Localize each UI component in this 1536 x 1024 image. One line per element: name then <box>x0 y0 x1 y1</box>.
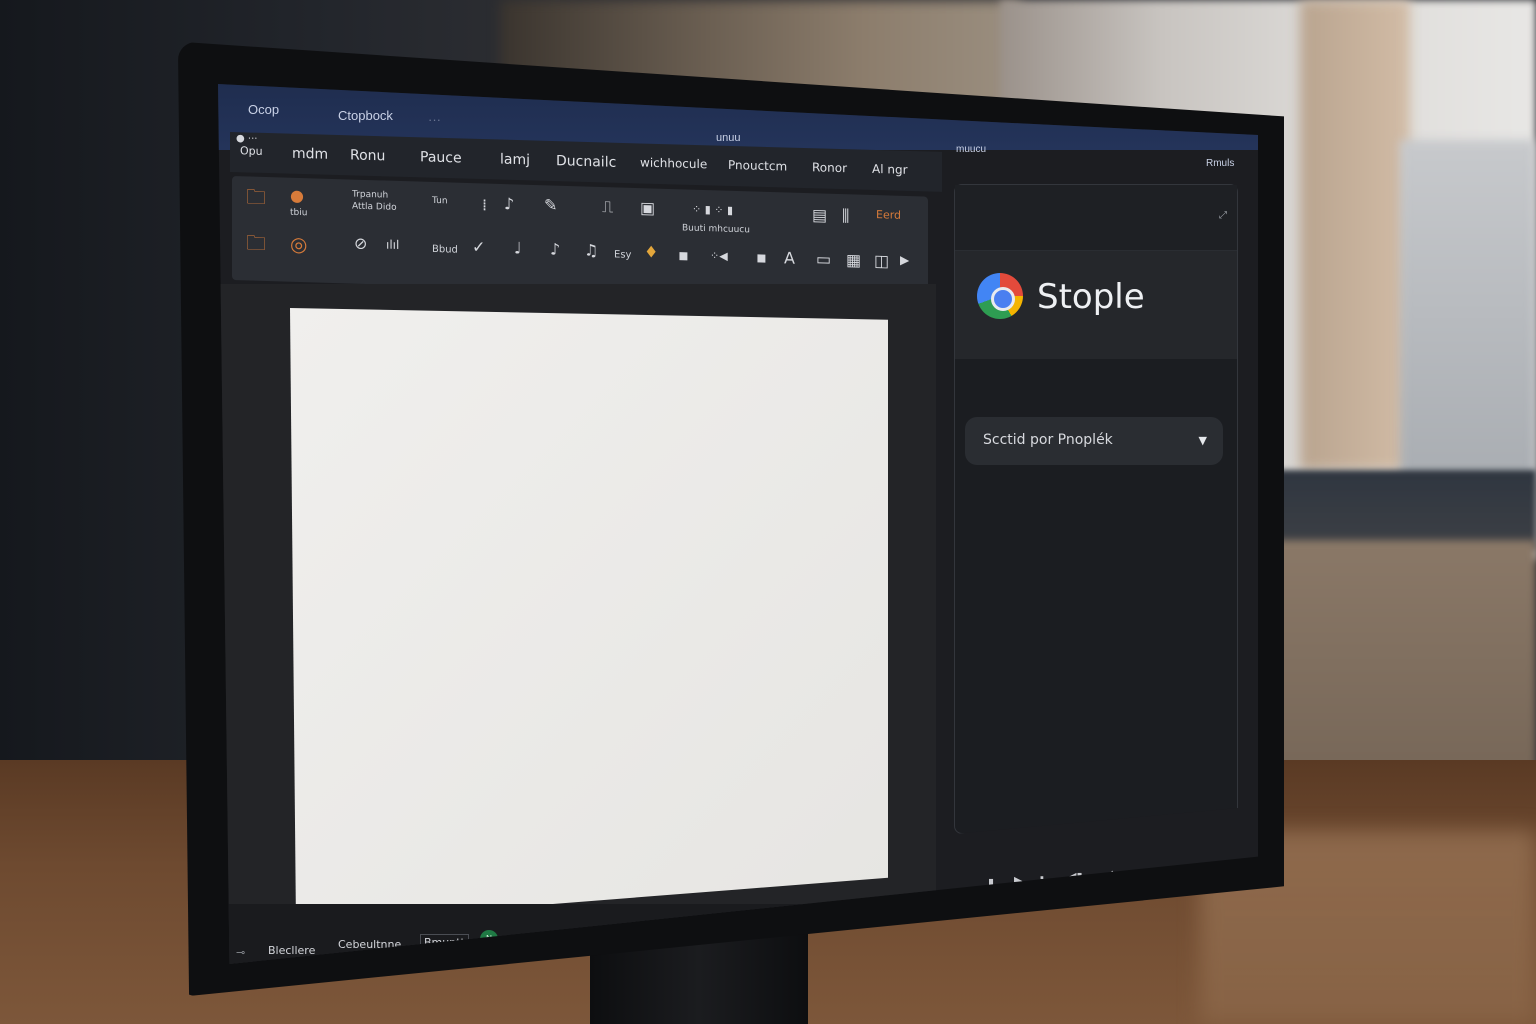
outside-building <box>1400 140 1536 480</box>
quick-access-icon[interactable]: ● ··· <box>236 133 257 145</box>
pin-icon[interactable]: ♦ <box>644 242 658 261</box>
rewind-icon[interactable]: ⁘◀ <box>710 249 728 263</box>
account-label[interactable]: Rmuls <box>1206 158 1234 169</box>
ribbon-label-6: Bbud <box>432 243 458 256</box>
frame-icon[interactable]: ▣ <box>640 198 655 217</box>
window-pillar <box>1300 0 1410 470</box>
columns-icon[interactable]: ⫼ <box>842 206 849 225</box>
panel-header: ⤢ <box>955 185 1237 251</box>
pen-icon[interactable]: ✎ <box>544 195 557 214</box>
brand-name: Stople <box>1037 277 1145 317</box>
menu-item-3[interactable]: Ronu <box>350 147 385 164</box>
panel-brand: Stople <box>955 251 1237 359</box>
dots-icon[interactable]: ⁘ ▮ ⁘ ▮ <box>692 203 733 217</box>
split-icon[interactable]: ◫ <box>874 251 889 270</box>
menu-item-8[interactable]: Pnouctcm <box>728 158 787 174</box>
tab-more-icon[interactable]: ··· <box>428 112 441 127</box>
tool-icon[interactable]: ⎍ <box>602 197 613 216</box>
window-title: unuu <box>716 132 741 144</box>
menu-item-5[interactable]: lamj <box>500 152 530 169</box>
play-icon[interactable]: ▶ <box>900 253 909 267</box>
note2-icon[interactable]: ♪ <box>550 239 560 258</box>
align-icon[interactable]: ⁞ <box>482 195 487 214</box>
ribbon-label-7: Esy <box>614 249 632 261</box>
dropdown-value: Scctid por Pnoplék <box>983 432 1113 448</box>
stop-icon[interactable]: ▪ <box>756 248 767 267</box>
document-tab[interactable]: Ctopbock <box>338 108 393 123</box>
titlebar-label: muucu <box>956 144 987 155</box>
camera-icon[interactable]: ▪ <box>678 245 689 264</box>
menu-item-1[interactable]: Opu <box>240 144 263 158</box>
ring-icon[interactable]: ◎ <box>290 232 307 257</box>
menu-item-9[interactable]: Ronor <box>812 160 847 175</box>
chart-icon[interactable]: ılıl <box>386 238 399 252</box>
chevron-down-icon: ▼ <box>1198 434 1207 447</box>
document-page[interactable] <box>290 308 888 924</box>
ribbon-label-1: Trpanuh <box>352 189 389 201</box>
grid-icon[interactable]: ▦ <box>846 250 861 269</box>
ribbon-toolbar: 🗀 ● Trpanuh Attla Dido Tun ⁞ ♪ ✎ ⎍ ▣ ⁘ ▮… <box>232 176 928 301</box>
text-icon[interactable]: A <box>784 248 795 267</box>
shape-icon[interactable]: ⊘ <box>354 234 367 253</box>
app-menu-label[interactable]: Ocop <box>248 102 279 117</box>
status-item-1[interactable]: Blecllere <box>268 944 315 957</box>
ribbon-label-2: Attla Dido <box>352 201 397 213</box>
panel-dropdown[interactable]: Scctid por Pnoplék ▼ <box>965 417 1223 465</box>
ribbon-label-8[interactable]: Eerd <box>876 208 901 222</box>
brand-logo-icon <box>977 273 1023 319</box>
expand-icon[interactable]: ⤢ <box>1219 211 1227 221</box>
hook-icon[interactable]: ♪ <box>504 194 514 213</box>
menu-item-4[interactable]: Pauce <box>420 149 462 166</box>
note3-icon[interactable]: ♫ <box>584 240 598 259</box>
note-icon[interactable]: ♩ <box>514 238 522 257</box>
ribbon-label-3: Tun <box>432 195 448 207</box>
table-icon[interactable]: ▤ <box>812 205 827 224</box>
menu-item-7[interactable]: wichhocule <box>640 155 707 171</box>
link-icon[interactable]: ⊸ <box>236 946 245 959</box>
save-icon[interactable]: ▭ <box>816 249 831 268</box>
check-icon[interactable]: ✓ <box>472 237 485 256</box>
side-panel: ⤢ Stople Scctid por Pnoplék ▼ <box>954 184 1238 834</box>
monitor-screen: Ocop Ctopbock ··· unuu muucu Rmuls ● ···… <box>218 84 1258 964</box>
folder-icon[interactable]: 🗀 <box>246 184 266 209</box>
record-icon[interactable]: ● <box>290 186 304 205</box>
ribbon-label-5: tbiu <box>290 207 308 219</box>
menu-item-2[interactable]: mdm <box>292 146 328 163</box>
folder-open-icon[interactable]: 🗀 <box>246 230 266 255</box>
menu-item-6[interactable]: Ducnailc <box>556 153 616 171</box>
menu-item-10[interactable]: Al ngr <box>872 162 908 177</box>
ribbon-group-label: Buuti mhcuucu <box>682 223 750 236</box>
